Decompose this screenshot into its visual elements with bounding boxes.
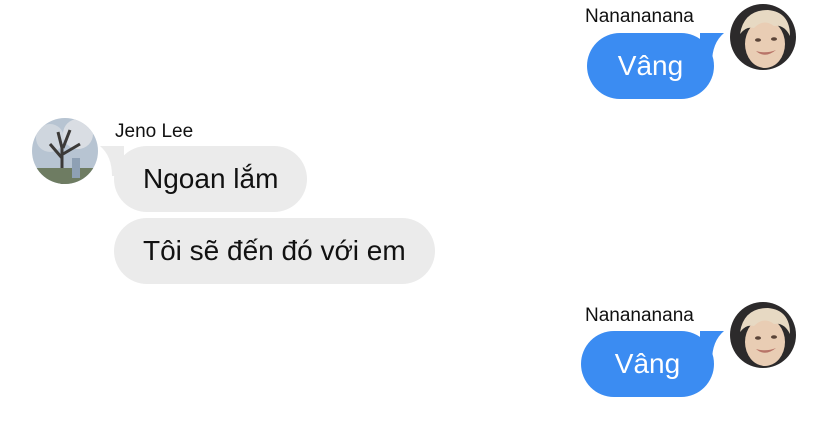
message-bubble[interactable]: Vâng [581,331,714,397]
sender-name: Nanananana [585,305,694,326]
message-bubble[interactable]: Ngoan lắm [114,146,308,212]
message-bubble[interactable]: Tôi sẽ đến đó với em [114,218,435,284]
message-text: Ngoan lắm [143,163,279,194]
chat-thread: Nanananana Vâng Jeno Lee Ngoan lắm Tôi s… [0,0,828,444]
message-text: Vâng [617,50,684,81]
avatar-image [32,118,98,184]
bubble-tail-icon [700,33,724,63]
message-text: Tôi sẽ đến đó với em [143,235,406,266]
avatar-image [730,302,796,368]
avatar-image [730,4,796,70]
tree-photo-avatar[interactable] [32,118,98,184]
boy-portrait-avatar[interactable] [730,4,796,70]
sender-name: Jeno Lee [115,121,194,142]
boy-portrait-avatar[interactable] [730,302,796,368]
message-bubble[interactable]: Vâng [587,33,714,99]
message-text: Vâng [614,348,681,379]
bubble-tail-icon [700,331,724,361]
sender-name: Nanananana [585,6,694,27]
